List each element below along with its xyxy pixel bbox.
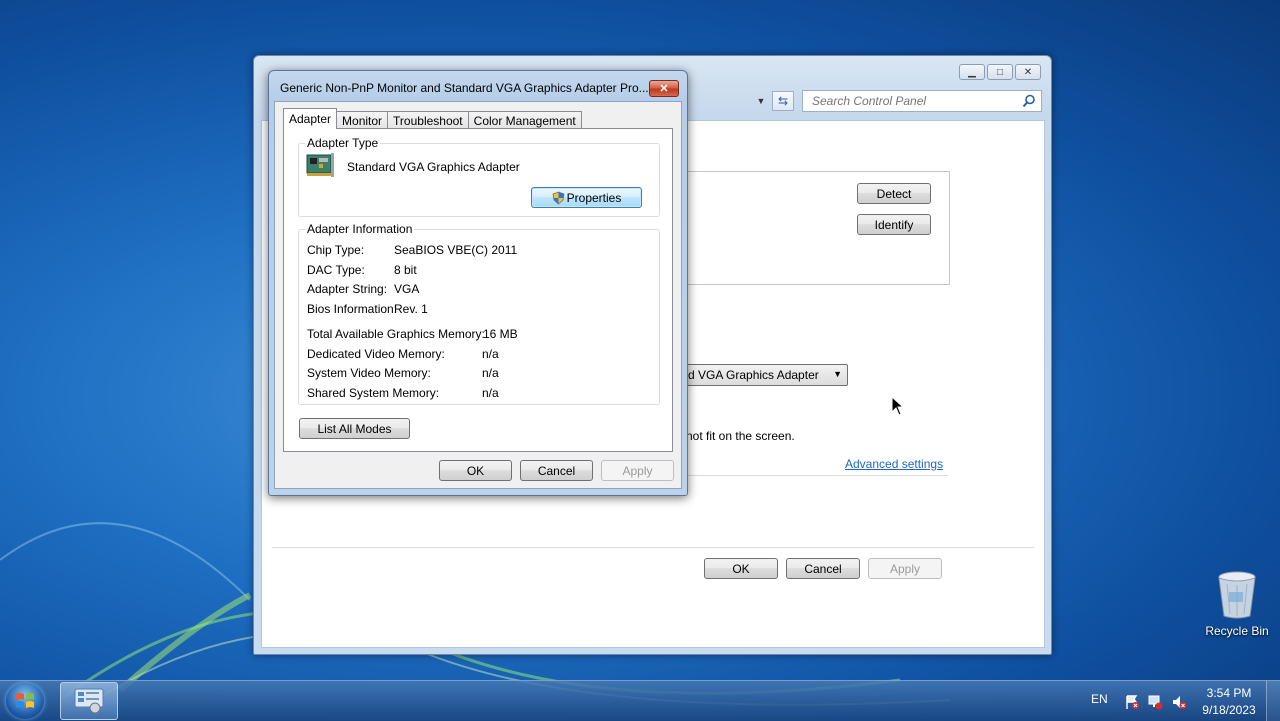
total-memory-value: 16 MB (483, 327, 518, 341)
search-box[interactable] (802, 90, 1042, 112)
recycle-bin-icon (1218, 571, 1256, 619)
maximize-button[interactable]: □ (987, 64, 1013, 80)
display-adapter-select-value: rd VGA Graphics Adapter (684, 368, 819, 382)
tab-color-management[interactable]: Color Management (467, 111, 582, 129)
recycle-bin[interactable]: Recycle Bin (1200, 570, 1274, 640)
search-input[interactable] (810, 93, 1014, 109)
volume-muted-icon[interactable] (1171, 694, 1187, 710)
address-dropdown-icon[interactable]: ▼ (750, 91, 772, 111)
window-caption-buttons: ▁ □ ✕ (959, 64, 1041, 80)
close-button[interactable]: ✕ (1015, 64, 1041, 80)
adapter-name: Standard VGA Graphics Adapter (347, 160, 520, 174)
shared-memory-value: n/a (482, 386, 499, 400)
display-settings-icon (74, 688, 104, 714)
dialog-cancel-button[interactable]: Cancel (520, 460, 593, 481)
shield-icon (552, 191, 565, 205)
dac-type-value: 8 bit (394, 263, 417, 277)
adapter-string-value: VGA (394, 282, 420, 296)
chevron-down-icon: ▼ (833, 369, 842, 379)
adapter-info-legend: Adapter Information (305, 222, 415, 236)
refresh-icon[interactable]: ⇆ (772, 91, 794, 111)
tab-troubleshoot[interactable]: Troubleshoot (387, 111, 469, 129)
graphics-card-icon (306, 153, 334, 177)
show-desktop-button[interactable] (1266, 681, 1280, 721)
total-memory-label: Total Available Graphics Memory: (307, 327, 485, 341)
dac-type-label: DAC Type: (307, 263, 365, 277)
adapter-type-legend: Adapter Type (305, 136, 381, 150)
dialog-body: Adapter Monitor Troubleshoot Color Manag… (274, 101, 682, 489)
taskbar: EN 3:54 PM 9/18/2023 (0, 680, 1280, 721)
dialog-apply-button[interactable]: Apply (601, 460, 674, 481)
adapter-properties-dialog: Generic Non-PnP Monitor and Standard VGA… (268, 70, 688, 496)
display-adapter-select[interactable]: rd VGA Graphics Adapter ▼ (680, 364, 848, 386)
dedicated-memory-value: n/a (482, 347, 499, 361)
action-center-flag-icon[interactable] (1124, 694, 1140, 710)
properties-label: Properties (566, 190, 622, 205)
taskbar-control-panel-button[interactable] (60, 682, 118, 720)
resolution-fit-text: not fit on the screen. (686, 429, 795, 443)
recycle-bin-label: Recycle Bin (1205, 624, 1269, 638)
identify-button[interactable]: Identify (857, 214, 931, 235)
tab-monitor[interactable]: Monitor (336, 111, 389, 129)
dialog-ok-button[interactable]: OK (439, 460, 512, 481)
bios-info-value: Rev. 1 (394, 302, 428, 316)
adapter-string-label: Adapter String: (307, 282, 388, 296)
dedicated-memory-label: Dedicated Video Memory: (307, 347, 445, 361)
chip-type-label: Chip Type: (307, 243, 365, 257)
dialog-title: Generic Non-PnP Monitor and Standard VGA… (280, 81, 649, 95)
shared-memory-label: Shared System Memory: (307, 386, 440, 400)
close-icon[interactable]: ✕ (649, 80, 679, 97)
tab-adapter[interactable]: Adapter (283, 108, 338, 129)
adapter-info-group: Adapter Information Chip Type: SeaBIOS V… (298, 222, 660, 405)
windows-logo-icon (16, 693, 34, 708)
cancel-button[interactable]: Cancel (786, 558, 860, 579)
list-all-modes-button[interactable]: List All Modes (299, 418, 410, 439)
divider (680, 475, 948, 476)
advanced-settings-link[interactable]: Advanced settings (845, 457, 943, 471)
tab-strip: Adapter Monitor Troubleshoot Color Manag… (283, 108, 582, 129)
ok-button[interactable]: OK (704, 558, 778, 579)
detect-button[interactable]: Detect (857, 183, 931, 204)
system-memory-label: System Video Memory: (307, 366, 431, 380)
divider (272, 547, 1034, 548)
clock-time[interactable]: 3:54 PM (1200, 686, 1258, 700)
system-memory-value: n/a (482, 366, 499, 380)
chip-type-value: SeaBIOS VBE(C) 2011 (394, 243, 518, 257)
adapter-tab-panel: Adapter Type Standard VGA Graphics Adapt… (283, 128, 673, 452)
mouse-cursor-icon (891, 396, 905, 416)
bios-info-label: Bios Information: (307, 302, 398, 316)
start-button[interactable] (6, 683, 44, 719)
apply-button[interactable]: Apply (868, 558, 942, 579)
clock-date[interactable]: 9/18/2023 (1196, 703, 1262, 717)
adapter-type-group: Adapter Type Standard VGA Graphics Adapt… (298, 136, 660, 217)
minimize-button[interactable]: ▁ (959, 64, 985, 80)
network-icon[interactable] (1147, 694, 1163, 710)
adapter-properties-button[interactable]: Properties (531, 187, 642, 208)
search-icon[interactable] (1022, 94, 1036, 108)
language-indicator[interactable]: EN (1091, 692, 1108, 706)
monitor-preview-box: Detect Identify (680, 171, 950, 285)
